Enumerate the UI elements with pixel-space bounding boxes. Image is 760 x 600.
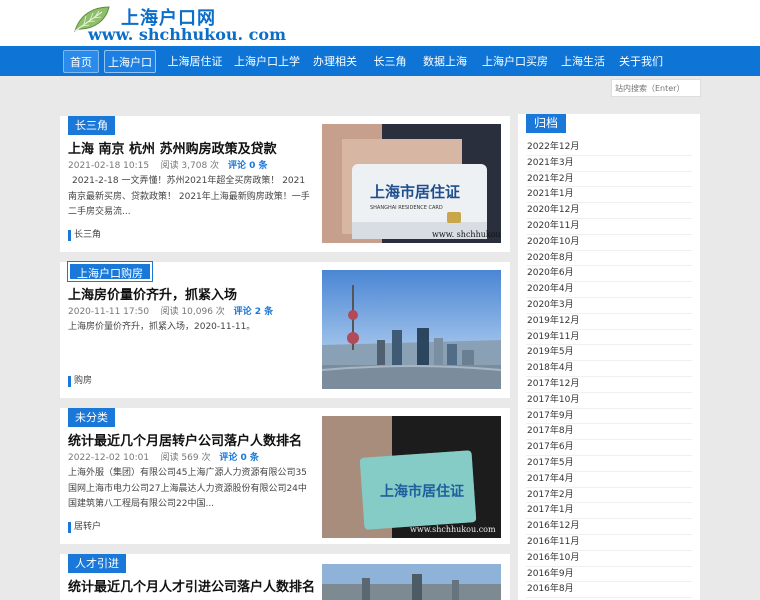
post-title[interactable]: 统计最近几个月居转户公司落户人数排名 — [68, 430, 302, 449]
archive-item[interactable]: 2021年1月 — [526, 187, 692, 204]
nav-hukou-school[interactable]: 上海户口上学 — [234, 50, 300, 73]
post-excerpt: 上海房价量价齐升，抓紧入场，2020-11-11。 — [68, 322, 256, 332]
site-header: 上海户口网 www. shchhukou. com — [0, 0, 760, 46]
card-text: 上海市居住证 — [370, 183, 460, 201]
post-card: 人才引进 统计最近几个月人才引进公司落户人数排名 — [60, 554, 510, 600]
post-category[interactable]: 购房 — [68, 376, 92, 387]
archive-item[interactable]: 2019年11月 — [526, 330, 692, 346]
post-views: 阅读 3,708 次 — [160, 161, 220, 171]
post-title[interactable]: 上海 南京 杭州 苏州购房政策及贷款 — [68, 138, 277, 157]
archive-item[interactable]: 2021年3月 — [526, 156, 692, 172]
archive-item[interactable]: 2016年11月 — [526, 535, 692, 551]
search-input[interactable] — [611, 79, 701, 97]
archive-item[interactable]: 2021年2月 — [526, 172, 692, 188]
archive-item[interactable]: 2020年11月 — [526, 219, 692, 235]
archive-item[interactable]: 2017年5月 — [526, 456, 692, 472]
nav-handling[interactable]: 办理相关 — [312, 50, 358, 73]
card-subtext: SHANGHAI RESIDENCE CARD — [370, 205, 443, 211]
city-image[interactable] — [322, 564, 501, 600]
nav-data-shanghai[interactable]: 数据上海 — [421, 50, 469, 73]
shanghai-skyline-image[interactable] — [322, 270, 501, 389]
archive-item[interactable]: 2019年5月 — [526, 345, 692, 362]
archive-item[interactable]: 2017年10月 — [526, 393, 692, 409]
post-comments[interactable]: 评论 0 条 — [219, 453, 259, 463]
archive-item[interactable]: 2016年9月 — [526, 567, 692, 583]
post-card: 长三角 上海 南京 杭州 苏州购房政策及贷款 2021-02-18 10:15 … — [60, 116, 510, 252]
site-url[interactable]: www. shchhukou. com — [88, 25, 286, 44]
archive-sidebar: 归档 2022年12月 2021年3月 2021年2月 2021年1月 2020… — [518, 114, 700, 600]
archive-item[interactable]: 2018年4月 — [526, 361, 692, 377]
nav-shanghai-life[interactable]: 上海生活 — [560, 50, 606, 73]
post-date: 2020-11-11 17:50 — [68, 307, 150, 317]
post-tag[interactable]: 上海户口购房 — [67, 261, 153, 282]
archive-item[interactable]: 2020年6月 — [526, 266, 692, 283]
main-nav: 首页 上海户口 上海居住证 上海户口上学 办理相关 长三角 数据上海 上海户口买… — [0, 46, 760, 76]
residence-card-image[interactable]: 上海市居住证 www.shchhukou.com — [322, 416, 501, 538]
post-excerpt: 2021-2-18 一文弄懂！苏州2021年超全买房政策！ 2021南京最新买房… — [68, 176, 310, 217]
residence-card-image[interactable]: 上海市居住证 SHANGHAI RESIDENCE CARD www. shch… — [322, 124, 501, 243]
post-tag[interactable]: 未分类 — [68, 408, 115, 427]
nav-about[interactable]: 关于我们 — [618, 50, 664, 73]
post-meta: 2021-02-18 10:15 阅读 3,708 次 评论 0 条 — [68, 158, 267, 171]
archive-item[interactable]: 2017年12月 — [526, 377, 692, 393]
post-views: 阅读 569 次 — [160, 453, 211, 463]
archive-item[interactable]: 2020年10月 — [526, 235, 692, 251]
archive-item[interactable]: 2020年8月 — [526, 251, 692, 267]
post-title[interactable]: 统计最近几个月人才引进公司落户人数排名 — [68, 576, 315, 595]
archive-item[interactable]: 2022年12月 — [526, 140, 692, 156]
post-meta: 2022-12-02 10:01 阅读 569 次 评论 0 条 — [68, 450, 259, 463]
archive-item[interactable]: 2020年12月 — [526, 203, 692, 219]
archive-item[interactable]: 2017年9月 — [526, 409, 692, 425]
nav-residence-permit[interactable]: 上海居住证 — [166, 50, 224, 73]
post-excerpt: 上海外服（集团）有限公司45上海广源人力资源有限公司35国网上海市电力公司27上… — [68, 468, 307, 509]
archive-item[interactable]: 2019年12月 — [526, 314, 692, 330]
archive-item[interactable]: 2017年4月 — [526, 472, 692, 488]
post-comments[interactable]: 评论 0 条 — [228, 161, 268, 171]
archive-item[interactable]: 2017年6月 — [526, 440, 692, 456]
post-views: 阅读 10,096 次 — [160, 307, 225, 317]
post-category[interactable]: 居转户 — [68, 522, 101, 533]
nav-yangtze-delta[interactable]: 长三角 — [372, 50, 408, 73]
archive-item[interactable]: 2020年3月 — [526, 298, 692, 314]
post-meta: 2020-11-11 17:50 阅读 10,096 次 评论 2 条 — [68, 304, 273, 317]
image-watermark: www. shchhukou. com — [432, 230, 501, 239]
archive-item[interactable]: 2017年8月 — [526, 424, 692, 441]
nav-shanghai-hukou[interactable]: 上海户口 — [104, 50, 156, 73]
archive-item[interactable]: 2017年1月 — [526, 503, 692, 520]
archive-item[interactable]: 2016年8月 — [526, 582, 692, 599]
archive-item[interactable]: 2016年10月 — [526, 551, 692, 567]
post-tag[interactable]: 长三角 — [68, 116, 115, 135]
nav-hukou-house[interactable]: 上海户口买房 — [482, 50, 548, 73]
post-tag[interactable]: 人才引进 — [68, 554, 126, 573]
post-card: 未分类 统计最近几个月居转户公司落户人数排名 2022-12-02 10:01 … — [60, 408, 510, 544]
archive-item[interactable]: 2016年12月 — [526, 519, 692, 535]
archive-item[interactable]: 2020年4月 — [526, 282, 692, 298]
post-date: 2022-12-02 10:01 — [68, 453, 150, 463]
post-category[interactable]: 长三角 — [68, 230, 101, 241]
archive-list: 2022年12月 2021年3月 2021年2月 2021年1月 2020年12… — [526, 140, 692, 599]
post-card: 上海户口购房 上海房价量价齐升，抓紧入场 2020-11-11 17:50 阅读… — [60, 261, 510, 398]
post-date: 2021-02-18 10:15 — [68, 161, 150, 171]
archive-item[interactable]: 2017年2月 — [526, 488, 692, 504]
nav-home[interactable]: 首页 — [63, 50, 99, 73]
archive-title: 归档 — [526, 114, 567, 133]
card-text: 上海市居住证 — [380, 483, 464, 500]
post-title[interactable]: 上海房价量价齐升，抓紧入场 — [68, 284, 237, 303]
post-comments[interactable]: 评论 2 条 — [234, 307, 274, 317]
image-watermark: www.shchhukou.com — [410, 525, 496, 534]
